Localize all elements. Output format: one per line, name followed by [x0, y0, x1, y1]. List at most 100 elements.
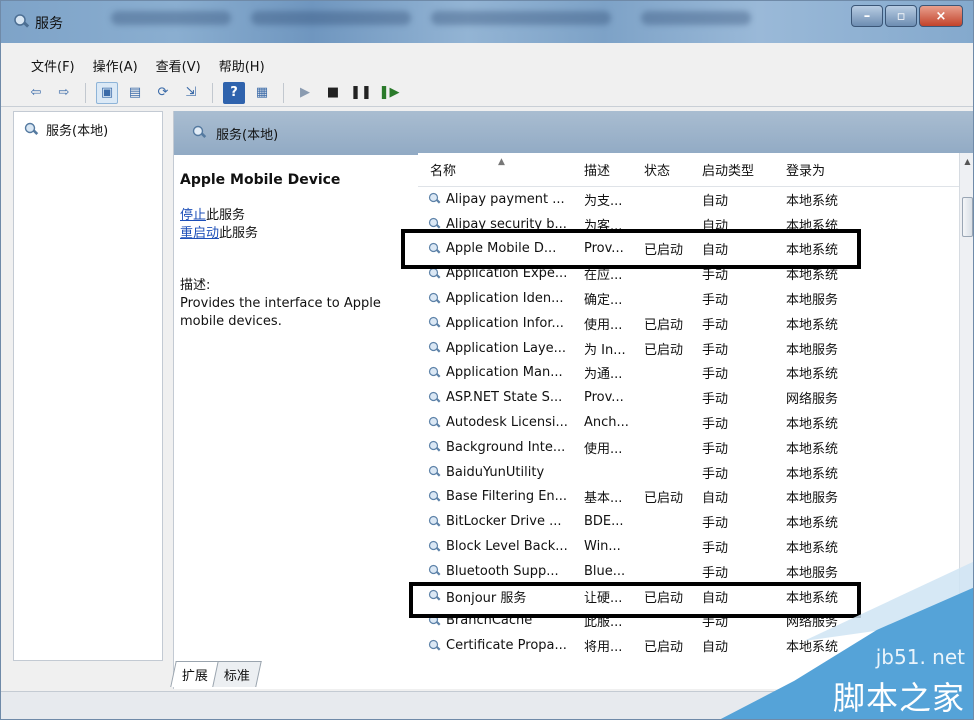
table-row[interactable]: Application Man... 为通... 手动 本地系统	[428, 361, 973, 386]
table-row[interactable]: Alipay payment ... 为支... 自动 本地系统	[428, 187, 973, 212]
table-row[interactable]: BaiduYunUtility 手动 本地系统	[428, 460, 973, 485]
services-app-icon	[14, 14, 30, 28]
service-gear-icon	[428, 391, 442, 405]
properties-icon[interactable]: ▤	[124, 82, 146, 104]
service-startup-type: 手动	[702, 516, 729, 532]
services-window: 服务 – ▫ × 文件(F) 操作(A) 查看(V) 帮助(H) ⇦ ⇨ ▣ ▤…	[0, 0, 974, 720]
service-startup-type: 手动	[702, 317, 729, 333]
restart-icon[interactable]: ❚▶	[378, 82, 400, 104]
maximize-button[interactable]: ▫	[885, 5, 917, 27]
pane-header-label: 服务(本地)	[216, 127, 279, 143]
service-name: Certificate Propa...	[446, 638, 567, 654]
sort-ascending-icon: ▲	[498, 157, 505, 167]
toolbar-separator	[212, 82, 213, 103]
service-description: 使用...	[584, 317, 623, 333]
service-status: 已启动	[644, 317, 684, 333]
pause-icon[interactable]: ❚❚	[350, 82, 372, 104]
service-gear-icon	[428, 366, 442, 380]
column-log-on-as[interactable]: 登录为	[774, 160, 924, 179]
column-description[interactable]: 描述	[572, 160, 632, 179]
column-startup-type[interactable]: 启动类型	[690, 160, 774, 179]
services-gear-icon	[192, 125, 207, 138]
service-startup-type: 手动	[702, 342, 729, 358]
export-icon[interactable]: ⇲	[180, 82, 202, 104]
menu-help[interactable]: 帮助(H)	[219, 56, 265, 75]
service-log-on-as: 网络服务	[786, 392, 839, 408]
selected-service-name: Apple Mobile Device	[180, 172, 341, 188]
forward-arrow-icon[interactable]: ⇨	[53, 82, 75, 104]
restart-service-suffix: 此服务	[219, 226, 259, 241]
description-label: 描述:	[180, 278, 211, 293]
back-arrow-icon[interactable]: ⇦	[25, 82, 47, 104]
service-description: Win...	[584, 539, 621, 555]
console-tree-icon[interactable]: ▣	[96, 81, 118, 104]
table-row[interactable]: ASP.NET State S... Prov... 手动 网络服务	[428, 385, 973, 410]
scrollbar-thumb[interactable]	[962, 197, 973, 237]
service-log-on-as: 本地系统	[786, 367, 839, 383]
tree-item-label: 服务(本地)	[46, 124, 109, 139]
service-name: Alipay payment ...	[446, 191, 565, 207]
tab-standard-label: 标准	[223, 669, 250, 684]
column-status[interactable]: 状态	[632, 160, 690, 179]
service-name: Base Filtering En...	[446, 489, 568, 505]
service-startup-type: 自动	[702, 193, 729, 209]
service-status: 已启动	[644, 640, 684, 656]
help-icon[interactable]: ?	[223, 81, 245, 104]
table-row[interactable]: BitLocker Drive ... BDE... 手动 本地系统	[428, 509, 973, 534]
table-row[interactable]: Base Filtering En... 基本... 已启动 自动 本地服务	[428, 485, 973, 510]
scroll-up-icon[interactable]: ▲	[960, 153, 973, 169]
refresh-icon[interactable]: ⟳	[152, 82, 174, 104]
service-log-on-as: 本地系统	[786, 193, 839, 209]
service-startup-type: 手动	[702, 367, 729, 383]
column-name[interactable]: 名称	[418, 160, 572, 179]
toolbar-separator	[85, 82, 86, 103]
service-description: 确定...	[584, 293, 623, 309]
table-row[interactable]: Background Inte... 使用... 手动 本地系统	[428, 435, 973, 460]
watermark-url: jb51. net	[875, 645, 965, 669]
tab-standard[interactable]: 标准	[212, 661, 262, 687]
table-row[interactable]: Autodesk Licensi... Anch... 手动 本地系统	[428, 410, 973, 435]
play-icon[interactable]: ▶	[294, 82, 316, 104]
menu-bar: 文件(F) 操作(A) 查看(V) 帮助(H)	[1, 53, 973, 77]
highlight-box-bonjour	[409, 582, 861, 618]
stop-service-link[interactable]: 停止	[180, 208, 206, 223]
pane-header: 服务(本地)	[174, 111, 973, 155]
list-header: 名称 ▲ 描述 状态 启动类型 登录为	[418, 153, 973, 187]
title-bar[interactable]: 服务 – ▫ ×	[1, 1, 973, 43]
restart-service-link[interactable]: 重启动	[180, 226, 219, 241]
console-tree: 服务(本地)	[13, 111, 163, 661]
service-gear-icon	[428, 465, 442, 479]
service-log-on-as: 本地系统	[786, 441, 839, 457]
service-name: BaiduYunUtility	[446, 464, 545, 480]
table-row[interactable]: Application Infor... 使用... 已启动 手动 本地系统	[428, 311, 973, 336]
service-gear-icon	[428, 515, 442, 529]
service-log-on-as: 本地服务	[786, 491, 839, 507]
service-log-on-as: 本地系统	[786, 516, 839, 532]
service-description-panel: Apple Mobile Device 停止此服务 重启动此服务 描述: Pro…	[180, 165, 406, 331]
service-startup-type: 手动	[702, 417, 729, 433]
table-row[interactable]: Application Laye... 为 In... 已启动 手动 本地服务	[428, 336, 973, 361]
minimize-button[interactable]: –	[851, 5, 883, 27]
service-description: BDE...	[584, 514, 624, 530]
view-icon[interactable]: ▦	[251, 82, 273, 104]
stop-icon[interactable]: ■	[322, 82, 344, 104]
service-startup-type: 手动	[702, 392, 729, 408]
menu-file[interactable]: 文件(F)	[31, 56, 75, 75]
table-row[interactable]: Bluetooth Supp... Blue... 手动 本地服务	[428, 559, 973, 584]
table-row[interactable]: Application Iden... 确定... 手动 本地服务	[428, 286, 973, 311]
close-button[interactable]: ×	[919, 5, 963, 27]
stop-service-suffix: 此服务	[206, 208, 246, 223]
service-description: 将用...	[584, 640, 623, 656]
toolbar: ⇦ ⇨ ▣ ▤ ⟳ ⇲ ? ▦ ▶ ■ ❚❚ ❚▶	[1, 79, 973, 107]
service-status: 已启动	[644, 342, 684, 358]
menu-action[interactable]: 操作(A)	[93, 56, 138, 75]
service-gear-icon	[428, 316, 442, 330]
service-status: 已启动	[644, 491, 684, 507]
menu-view[interactable]: 查看(V)	[156, 56, 201, 75]
service-startup-type: 自动	[702, 491, 729, 507]
service-startup-type: 手动	[702, 293, 729, 309]
service-log-on-as: 本地服务	[786, 342, 839, 358]
table-row[interactable]: Block Level Back... Win... 手动 本地系统	[428, 534, 973, 559]
services-gear-icon	[24, 122, 39, 135]
tree-item-services-local[interactable]: 服务(本地)	[14, 112, 162, 147]
